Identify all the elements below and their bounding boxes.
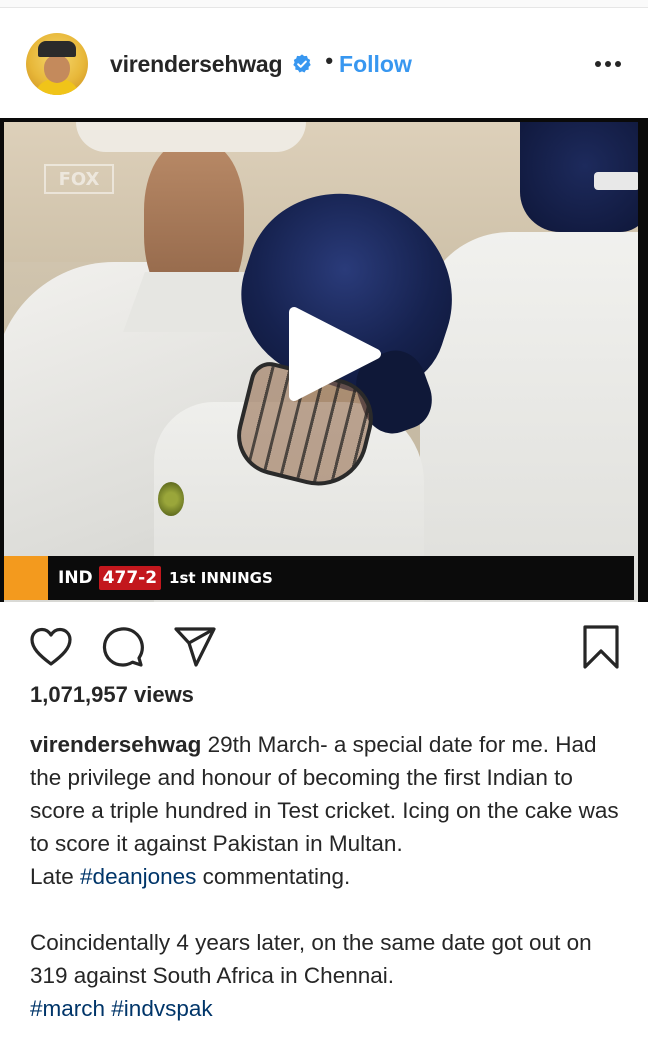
separator-dot: • [325, 48, 334, 73]
broadcast-watermark: FOX [44, 164, 114, 194]
score-value: 477-2 [98, 566, 162, 590]
post-caption: virendersehwag 29th March- a special dat… [30, 728, 626, 1025]
video-player[interactable]: FOX IND 477-2 1st INNINGS [0, 118, 648, 602]
post-header: virendersehwag • Follow [0, 18, 648, 110]
caption-late-prefix: Late [30, 864, 81, 889]
score-banner: IND 477-2 1st INNINGS [4, 556, 634, 600]
score-innings: 1st INNINGS [169, 569, 273, 587]
score-banner-accent [4, 556, 48, 600]
view-count[interactable]: 1,071,957 views [30, 682, 194, 708]
heart-icon[interactable] [26, 622, 76, 672]
caption-paragraph-2: Late #deanjones commentating. [30, 860, 626, 893]
caption-paragraph-3: Coincidentally 4 years later, on the sam… [30, 926, 626, 992]
hashtag-march[interactable]: #march [30, 996, 105, 1021]
caption-text-3: Coincidentally 4 years later, on the sam… [30, 930, 592, 988]
send-icon[interactable] [170, 622, 220, 672]
top-divider [0, 0, 648, 8]
more-options-icon[interactable] [592, 48, 624, 80]
bookmark-icon[interactable] [576, 622, 626, 672]
username-row: virendersehwag • Follow [110, 48, 592, 78]
post-actions [0, 618, 648, 676]
caption-late-suffix: commentating. [196, 864, 351, 889]
caption-username[interactable]: virendersehwag [30, 732, 201, 757]
follow-button[interactable]: Follow [339, 51, 412, 78]
caption-paragraph-1: virendersehwag 29th March- a special dat… [30, 728, 626, 860]
username[interactable]: virendersehwag [110, 51, 283, 78]
play-icon[interactable] [272, 294, 392, 414]
hashtag-indvspak[interactable]: #indvspak [111, 996, 212, 1021]
hashtag-deanjones[interactable]: #deanjones [80, 864, 196, 889]
comment-icon[interactable] [98, 622, 148, 672]
score-team: IND [58, 568, 93, 588]
avatar[interactable] [26, 33, 88, 95]
verified-badge-icon [291, 53, 313, 75]
caption-hashtags: #march #indvspak [30, 992, 626, 1025]
